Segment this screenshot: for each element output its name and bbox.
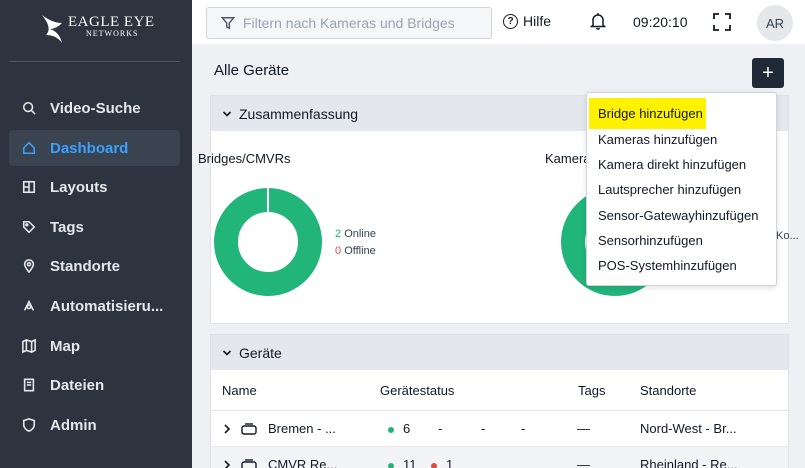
chevron-right-icon[interactable] (223, 424, 231, 434)
sidebar-item-video-search[interactable]: Video-Suche (9, 90, 180, 126)
summary-title: Zusammenfassung (239, 105, 359, 122)
sidebar-item-map[interactable]: Map (9, 328, 180, 364)
device-name[interactable]: CMVR Re... (268, 457, 337, 468)
status-online: 11 (388, 457, 417, 468)
device-tags: — (577, 421, 590, 436)
sidebar-item-files[interactable]: Dateien (9, 367, 180, 403)
legend-offline: 0 Offline (335, 245, 376, 257)
tag-icon (21, 219, 37, 235)
device-tags: — (577, 457, 590, 468)
chevron-down-icon (222, 349, 232, 356)
devices-title: Geräte (239, 344, 282, 361)
bridge-device-icon (241, 423, 257, 435)
add-device-button[interactable]: + (752, 58, 784, 88)
device-location: Nord-West - Br... (640, 421, 737, 436)
bridges-legend: 2 Online 0 Offline (335, 226, 376, 260)
sidebar-item-label: Automatisieru... (50, 297, 164, 315)
help-label: Hilfe (523, 13, 552, 29)
sidebar-item-automation[interactable]: Automatisieru... (9, 288, 180, 324)
menu-item-add-speaker[interactable]: Lautsprecher hinzufügen (598, 182, 741, 197)
top-bar: Filtern nach Kameras und Bridges ? Hilfe… (192, 0, 805, 44)
shield-icon (21, 417, 37, 433)
status-dash: - (521, 421, 526, 436)
folder-icon (21, 377, 37, 393)
status-dash: - (481, 421, 486, 436)
chevron-right-icon[interactable] (223, 460, 231, 468)
chevron-down-icon (222, 110, 232, 117)
column-header-name[interactable]: Name (222, 383, 257, 398)
location-icon (21, 258, 37, 274)
devices-header[interactable]: Geräte (211, 335, 788, 370)
automation-icon (21, 298, 37, 314)
legend-online: 2 Online (335, 228, 376, 240)
table-row[interactable]: Bremen - ... 6 - - - — Nord-West - Br... (211, 410, 788, 446)
sidebar-item-label: Dashboard (50, 139, 129, 157)
sidebar-item-label: Dateien (50, 376, 105, 394)
help-icon: ? (503, 13, 518, 29)
search-placeholder: Filtern nach Kameras und Bridges (243, 15, 455, 31)
filter-icon (221, 17, 235, 30)
sidebar-item-layouts[interactable]: Layouts (9, 169, 180, 205)
sidebar-item-admin[interactable]: Admin (9, 407, 180, 443)
cmvr-device-icon (241, 459, 257, 468)
column-header-tags[interactable]: Tags (578, 383, 605, 398)
sidebar-item-label: Standorte (50, 257, 121, 275)
status-offline: 1 (431, 457, 453, 468)
column-header-locations[interactable]: Standorte (640, 383, 696, 398)
help-button[interactable]: ? Hilfe (503, 13, 551, 29)
bridges-label: Bridges/CMVRs (198, 151, 291, 166)
bridges-donut-chart (214, 188, 322, 296)
menu-item-add-bridge[interactable]: Bridge hinzufügen (589, 98, 706, 129)
sidebar-item-tags[interactable]: Tags (9, 209, 180, 245)
device-name[interactable]: Bremen - ... (268, 421, 336, 436)
sidebar-item-dashboard[interactable]: Dashboard (9, 130, 180, 166)
menu-item-add-camera-direct[interactable]: Kamera direkt hinzufügen (598, 157, 746, 172)
cameras-legend-partial: Ko... (776, 230, 799, 242)
map-icon (21, 338, 37, 354)
cameras-label: Kamera (545, 151, 591, 166)
bell-icon[interactable] (590, 12, 606, 30)
sidebar-item-locations[interactable]: Standorte (9, 248, 180, 284)
sidebar-item-label: Layouts (50, 178, 108, 196)
status-dash: - (438, 421, 443, 436)
search-input[interactable]: Filtern nach Kameras und Bridges (206, 7, 492, 39)
sidebar-item-label: Map (50, 337, 80, 355)
logo-subtext: NETWORKS (86, 29, 139, 38)
table-row[interactable]: CMVR Re... 11 1 — Rheinland - Re... (211, 446, 788, 468)
avatar[interactable]: AR (757, 5, 793, 41)
fullscreen-icon[interactable] (713, 13, 731, 31)
status-online: 6 (388, 421, 410, 436)
clock: 09:20:10 (633, 14, 688, 30)
menu-item-add-pos-system[interactable]: POS-Systemhinzufügen (598, 258, 737, 273)
sidebar-item-label: Video-Suche (50, 99, 141, 117)
page-title: Alle Geräte (214, 62, 290, 79)
add-device-menu: Bridge hinzufügen Kameras hinzufügen Kam… (586, 92, 777, 286)
column-header-status[interactable]: Gerätestatus (380, 383, 454, 398)
sidebar: EAGLE EYE NETWORKS Video-Suche Dashboard… (0, 0, 192, 468)
menu-item-add-sensor-gateway[interactable]: Sensor-Gatewayhinzufügen (598, 208, 758, 223)
sidebar-divider (9, 61, 180, 62)
menu-item-add-sensor[interactable]: Sensorhinzufügen (598, 233, 703, 248)
sidebar-item-label: Tags (50, 218, 84, 236)
layout-icon (21, 179, 37, 195)
device-location: Rheinland - Re... (640, 457, 738, 468)
search-icon (21, 100, 37, 116)
home-icon (21, 140, 37, 156)
sidebar-item-label: Admin (50, 416, 97, 434)
menu-item-add-cameras[interactable]: Kameras hinzufügen (598, 132, 717, 147)
eagle-logo-icon (42, 15, 62, 43)
